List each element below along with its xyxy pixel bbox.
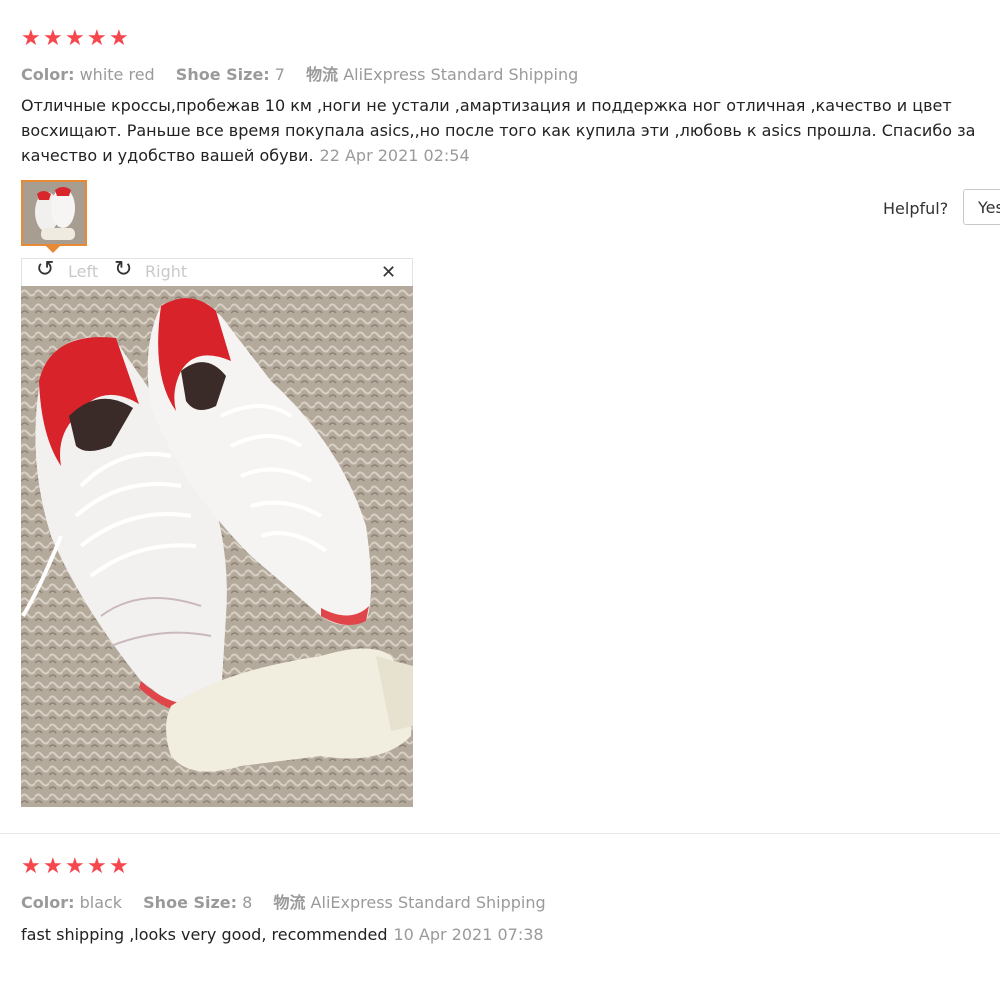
helpful-label: Helpful? bbox=[883, 199, 949, 218]
helpful-yes-button[interactable]: Yes bbox=[963, 189, 1000, 225]
review-text-line: качество и удобство вашей обуви. bbox=[21, 146, 314, 165]
star-icon: ★ bbox=[43, 854, 63, 879]
star-icon: ★ bbox=[43, 26, 63, 51]
review-photo-thumbnail[interactable] bbox=[21, 180, 87, 246]
review-date: 10 Apr 2021 07:38 bbox=[393, 925, 544, 944]
shoes-photo bbox=[21, 286, 413, 807]
color-value: black bbox=[79, 893, 123, 912]
review-photo-large bbox=[21, 286, 413, 807]
size-label: Shoe Size: bbox=[143, 893, 238, 912]
star-icon: ★ bbox=[109, 854, 129, 879]
star-icon: ★ bbox=[87, 26, 107, 51]
star-icon: ★ bbox=[65, 26, 85, 51]
color-label: Color: bbox=[21, 65, 75, 84]
review-1-sku-info: Color: white red Shoe Size: 7 物流 AliExpr… bbox=[21, 61, 578, 85]
review-text-line: fast shipping ,looks very good, recommen… bbox=[21, 925, 388, 944]
review-date: 22 Apr 2021 02:54 bbox=[319, 146, 470, 165]
thumbnail-selected-caret bbox=[46, 246, 60, 253]
shoe-thumbnail-image bbox=[23, 182, 85, 244]
review-text-line: Отличные кроссы,пробежав 10 км ,ноги не … bbox=[21, 96, 952, 115]
size-value: 7 bbox=[274, 65, 285, 84]
review-1-text: Отличные кроссы,пробежав 10 км ,ноги не … bbox=[21, 93, 1000, 168]
review-text-line: восхищают. Раньше все время покупала asi… bbox=[21, 121, 976, 140]
review-2-text: fast shipping ,looks very good, recommen… bbox=[21, 922, 1000, 947]
star-icon: ★ bbox=[87, 854, 107, 879]
close-icon[interactable]: ✕ bbox=[381, 262, 396, 283]
shipping-value: AliExpress Standard Shipping bbox=[310, 893, 546, 912]
star-icon: ★ bbox=[21, 854, 41, 879]
rotate-right-button[interactable]: Right bbox=[145, 262, 187, 281]
color-value: white red bbox=[79, 65, 155, 84]
size-value: 8 bbox=[242, 893, 253, 912]
review-2-rating-stars: ★ ★ ★ ★ ★ bbox=[21, 854, 129, 879]
color-label: Color: bbox=[21, 893, 75, 912]
rotate-right-icon[interactable]: ↻ bbox=[114, 257, 132, 282]
star-icon: ★ bbox=[21, 26, 41, 51]
star-icon: ★ bbox=[65, 854, 85, 879]
rotate-left-button[interactable]: Left bbox=[68, 262, 98, 281]
shipping-value: AliExpress Standard Shipping bbox=[343, 65, 579, 84]
review-1-rating-stars: ★ ★ ★ ★ ★ bbox=[21, 26, 129, 51]
rotate-left-icon[interactable]: ↺ bbox=[36, 257, 54, 282]
size-label: Shoe Size: bbox=[175, 65, 270, 84]
star-icon: ★ bbox=[109, 26, 129, 51]
shipping-label: 物流 bbox=[273, 893, 306, 912]
shipping-label: 物流 bbox=[306, 65, 339, 84]
review-2-sku-info: Color: black Shoe Size: 8 物流 AliExpress … bbox=[21, 889, 546, 913]
review-divider bbox=[0, 833, 1000, 834]
